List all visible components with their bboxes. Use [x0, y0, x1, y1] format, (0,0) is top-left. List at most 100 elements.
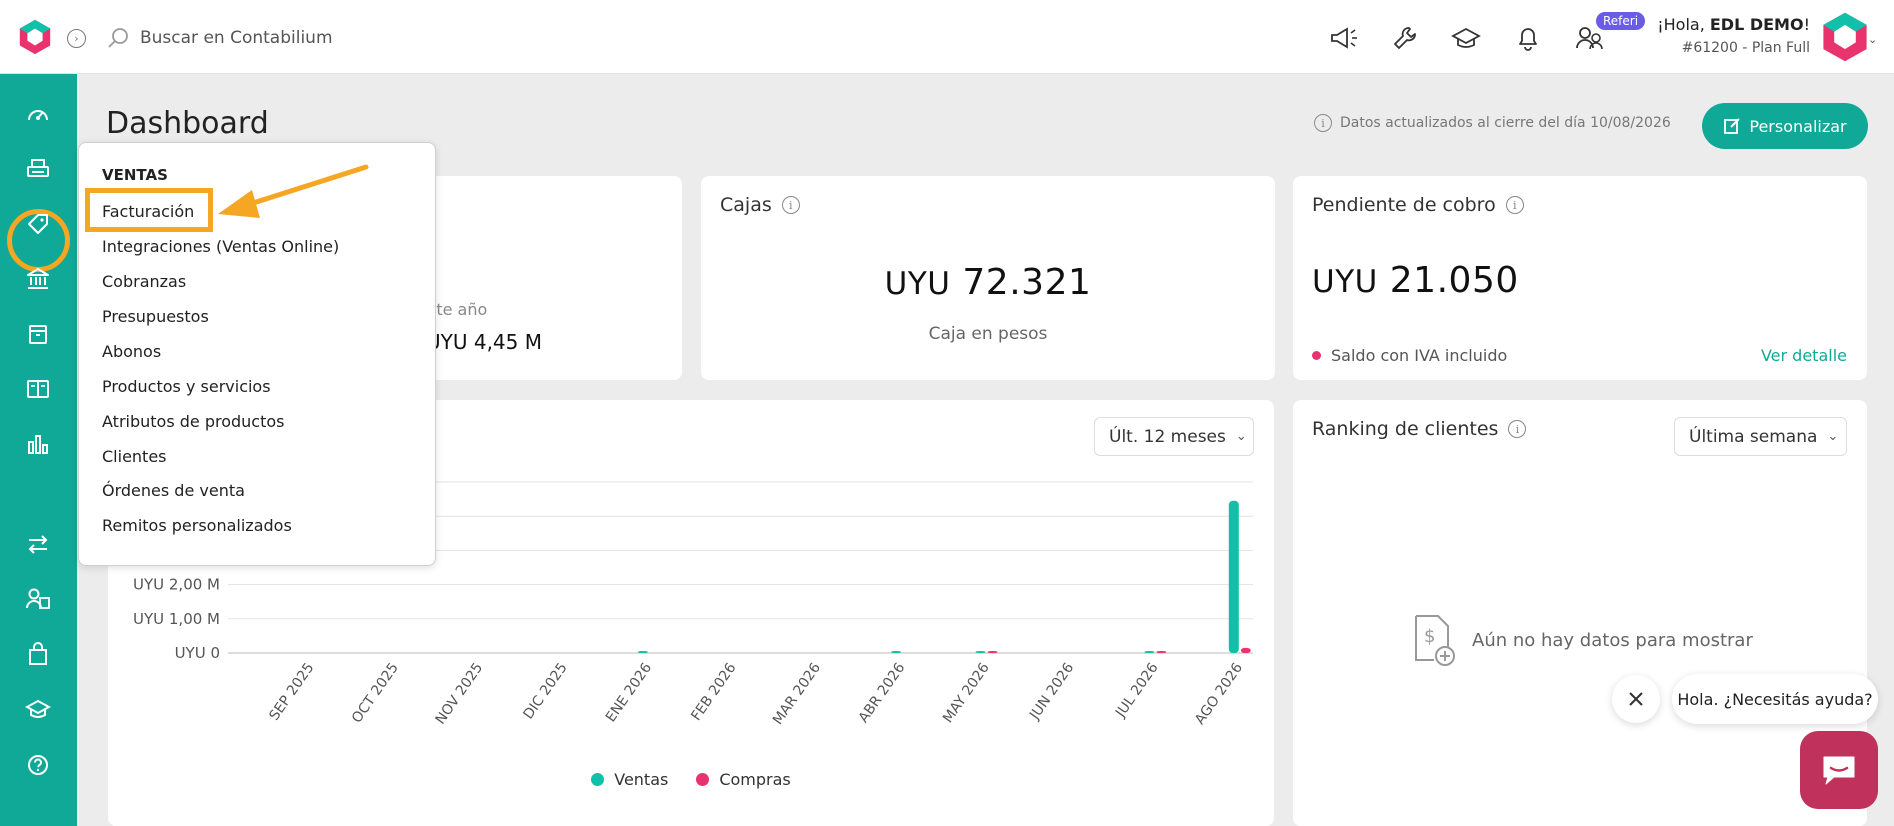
- ranking-title: Ranking de clientes: [1312, 418, 1499, 440]
- updated-text: Datos actualizados al cierre del día 10/…: [1340, 115, 1671, 131]
- bar-compras-11[interactable]: [1240, 647, 1251, 653]
- legend-compras[interactable]: Compras: [696, 770, 791, 789]
- wrench-icon[interactable]: [1389, 22, 1421, 54]
- ranking-empty-state: $ Aún no hay datos para mostrar: [1412, 614, 1753, 666]
- search-icon: [108, 28, 128, 48]
- pendiente-title: Pendiente de cobro: [1312, 194, 1496, 216]
- bar-ventas-10[interactable]: [1144, 651, 1155, 653]
- bar-ventas-7[interactable]: [891, 651, 902, 653]
- empty-document-icon: $: [1415, 615, 1455, 666]
- cajas-amount: 72.321: [962, 262, 1092, 303]
- ventas-amount: UYU 4,45 M: [426, 330, 542, 354]
- x-tick-label: NOV 2025: [433, 660, 487, 727]
- updated-note: i Datos actualizados al cierre del día 1…: [1314, 114, 1671, 132]
- ranking-period-select[interactable]: Última semana ⌄: [1674, 417, 1847, 456]
- ranking-info-icon[interactable]: i: [1508, 420, 1527, 438]
- edit-icon: [1724, 118, 1741, 134]
- menu-item-integraciones[interactable]: Integraciones (Ventas Online): [102, 237, 339, 256]
- pendiente-card: Pendiente de cobro i UYU 21.050 Saldo co…: [1293, 176, 1867, 380]
- expand-sidebar-icon[interactable]: ›: [67, 29, 86, 48]
- x-tick-label: JUN 2026: [1026, 660, 1077, 723]
- pendiente-info-icon[interactable]: i: [1505, 196, 1524, 214]
- pendiente-title-row: Pendiente de cobro i: [1312, 194, 1524, 216]
- sidebar-book-icon[interactable]: [20, 371, 56, 407]
- legend-ventas-label: Ventas: [614, 770, 669, 789]
- menu-item-atributos[interactable]: Atributos de productos: [102, 412, 285, 431]
- user-greeting[interactable]: ¡Hola, EDL DEMO! #61200 - Plan Full: [1657, 15, 1810, 56]
- cajas-amount-row: UYU 72.321: [701, 262, 1275, 303]
- menu-item-abonos[interactable]: Abonos: [102, 342, 161, 361]
- sidebar-reports-icon[interactable]: [20, 426, 56, 462]
- menu-heading: VENTAS: [102, 166, 168, 184]
- x-tick-label: MAY 2026: [940, 660, 993, 726]
- x-tick-label: ENE 2026: [603, 660, 655, 725]
- ranking-card: Ranking de clientes i Última semana ⌄ $ …: [1293, 400, 1867, 826]
- sidebar-help-icon[interactable]: [20, 747, 56, 783]
- search-input[interactable]: [140, 24, 540, 52]
- sidebar-academy-icon[interactable]: [20, 691, 56, 727]
- cajas-card: Cajas i UYU 72.321 Caja en pesos: [701, 176, 1275, 380]
- ranking-empty-text: Aún no hay datos para mostrar: [1472, 629, 1753, 651]
- refer-badge[interactable]: Referi: [1596, 12, 1646, 30]
- x-tick-label: ABR 2026: [856, 660, 909, 726]
- chat-icon: [1823, 756, 1855, 785]
- bar-compras-10[interactable]: [1156, 651, 1167, 653]
- cajas-currency: UYU: [884, 266, 951, 302]
- x-tick-label: OCT 2025: [349, 660, 402, 726]
- user-name: EDL DEMO: [1709, 15, 1804, 34]
- cajas-caption: Caja en pesos: [928, 324, 1048, 344]
- bar-ventas-4[interactable]: [637, 651, 648, 653]
- x-tick-label: MAR 2026: [770, 660, 824, 728]
- menu-item-ordenes[interactable]: Órdenes de venta: [102, 481, 245, 500]
- top-bar: › Referi ¡Hola, EDL DEMO! #61200 - Plan …: [0, 0, 1894, 74]
- sidebar-contacts-icon[interactable]: [20, 581, 56, 617]
- legend-compras-dot: [696, 773, 710, 786]
- chart-legend: Ventas Compras: [108, 770, 1274, 789]
- bar-ventas-8[interactable]: [975, 651, 986, 653]
- sidebar-dashboard-icon[interactable]: [20, 96, 56, 132]
- info-icon: i: [1314, 114, 1332, 132]
- account-avatar[interactable]: [1818, 10, 1872, 64]
- page-title: Dashboard: [106, 106, 269, 141]
- sidebar-bag-icon[interactable]: [20, 636, 56, 672]
- graduation-cap-icon[interactable]: [1450, 22, 1482, 54]
- sidebar: [0, 74, 77, 826]
- legend-ventas[interactable]: Ventas: [591, 770, 668, 789]
- menu-item-presupuestos[interactable]: Presupuestos: [102, 307, 209, 326]
- close-icon: [1629, 692, 1643, 706]
- menu-item-productos[interactable]: Productos y servicios: [102, 377, 271, 396]
- cajas-title: Cajas: [720, 194, 772, 216]
- chat-greeting-bubble[interactable]: Hola. ¿Necesitás ayuda?: [1672, 674, 1878, 724]
- menu-item-clientes[interactable]: Clientes: [102, 447, 167, 466]
- contabilium-logo[interactable]: [16, 18, 54, 56]
- pendiente-amount: 21.050: [1389, 260, 1519, 301]
- greeting-suffix: !: [1803, 15, 1810, 34]
- y-tick-label: UYU 0: [175, 644, 220, 662]
- greeting-prefix: ¡Hola,: [1657, 15, 1710, 34]
- y-tick-label: UYU 2,00 M: [133, 576, 220, 594]
- ver-detalle-link[interactable]: Ver detalle: [1761, 346, 1847, 365]
- legend-compras-label: Compras: [719, 770, 791, 789]
- svg-text:$: $: [1424, 626, 1435, 647]
- bar-ventas-11[interactable]: [1228, 500, 1239, 653]
- sidebar-tag-icon[interactable]: [20, 206, 56, 242]
- sidebar-ventas-icon[interactable]: [20, 151, 56, 187]
- x-tick-label: SEP 2025: [266, 660, 317, 723]
- bar-compras-8[interactable]: [987, 651, 998, 653]
- customize-button[interactable]: Personalizar: [1702, 103, 1868, 149]
- account-chevron-down-icon[interactable]: ⌄: [1868, 33, 1877, 46]
- chat-close-button[interactable]: [1612, 675, 1660, 723]
- cajas-info-icon[interactable]: i: [781, 196, 800, 214]
- pendiente-amount-row: UYU 21.050: [1312, 260, 1519, 301]
- megaphone-icon[interactable]: [1328, 22, 1360, 54]
- sidebar-bank-icon[interactable]: [20, 261, 56, 297]
- facturacion-highlight-box: [85, 188, 213, 232]
- bell-icon[interactable]: [1512, 22, 1544, 54]
- chat-launcher-button[interactable]: [1800, 731, 1878, 809]
- cajas-title-row: Cajas i: [720, 194, 800, 216]
- menu-item-cobranzas[interactable]: Cobranzas: [102, 272, 186, 291]
- menu-item-remitos[interactable]: Remitos personalizados: [102, 516, 292, 535]
- sidebar-transfer-icon[interactable]: [20, 526, 56, 562]
- ranking-title-row: Ranking de clientes i: [1312, 418, 1527, 440]
- sidebar-archive-icon[interactable]: [20, 316, 56, 352]
